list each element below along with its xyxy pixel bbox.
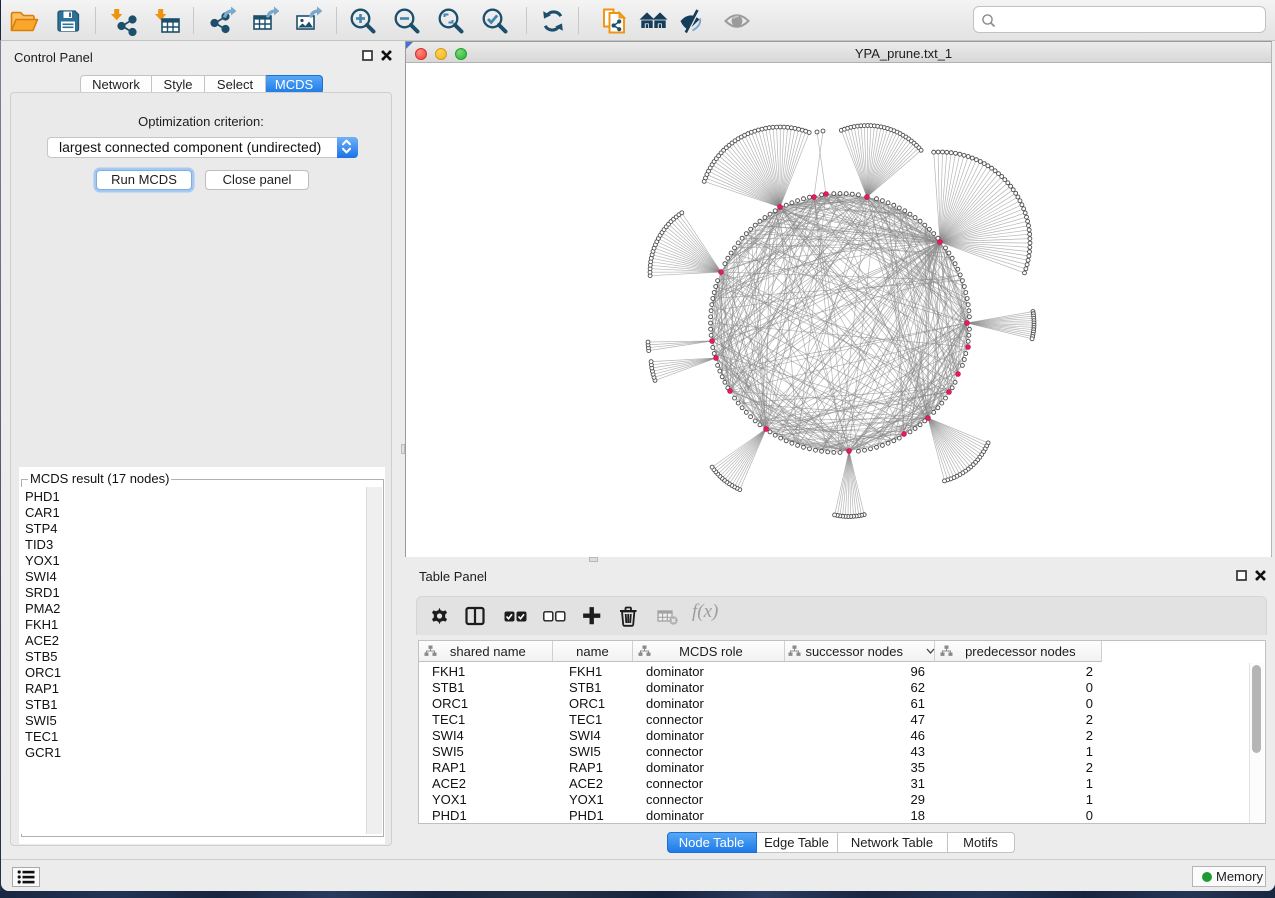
svg-text:f(x): f(x)	[692, 601, 718, 622]
